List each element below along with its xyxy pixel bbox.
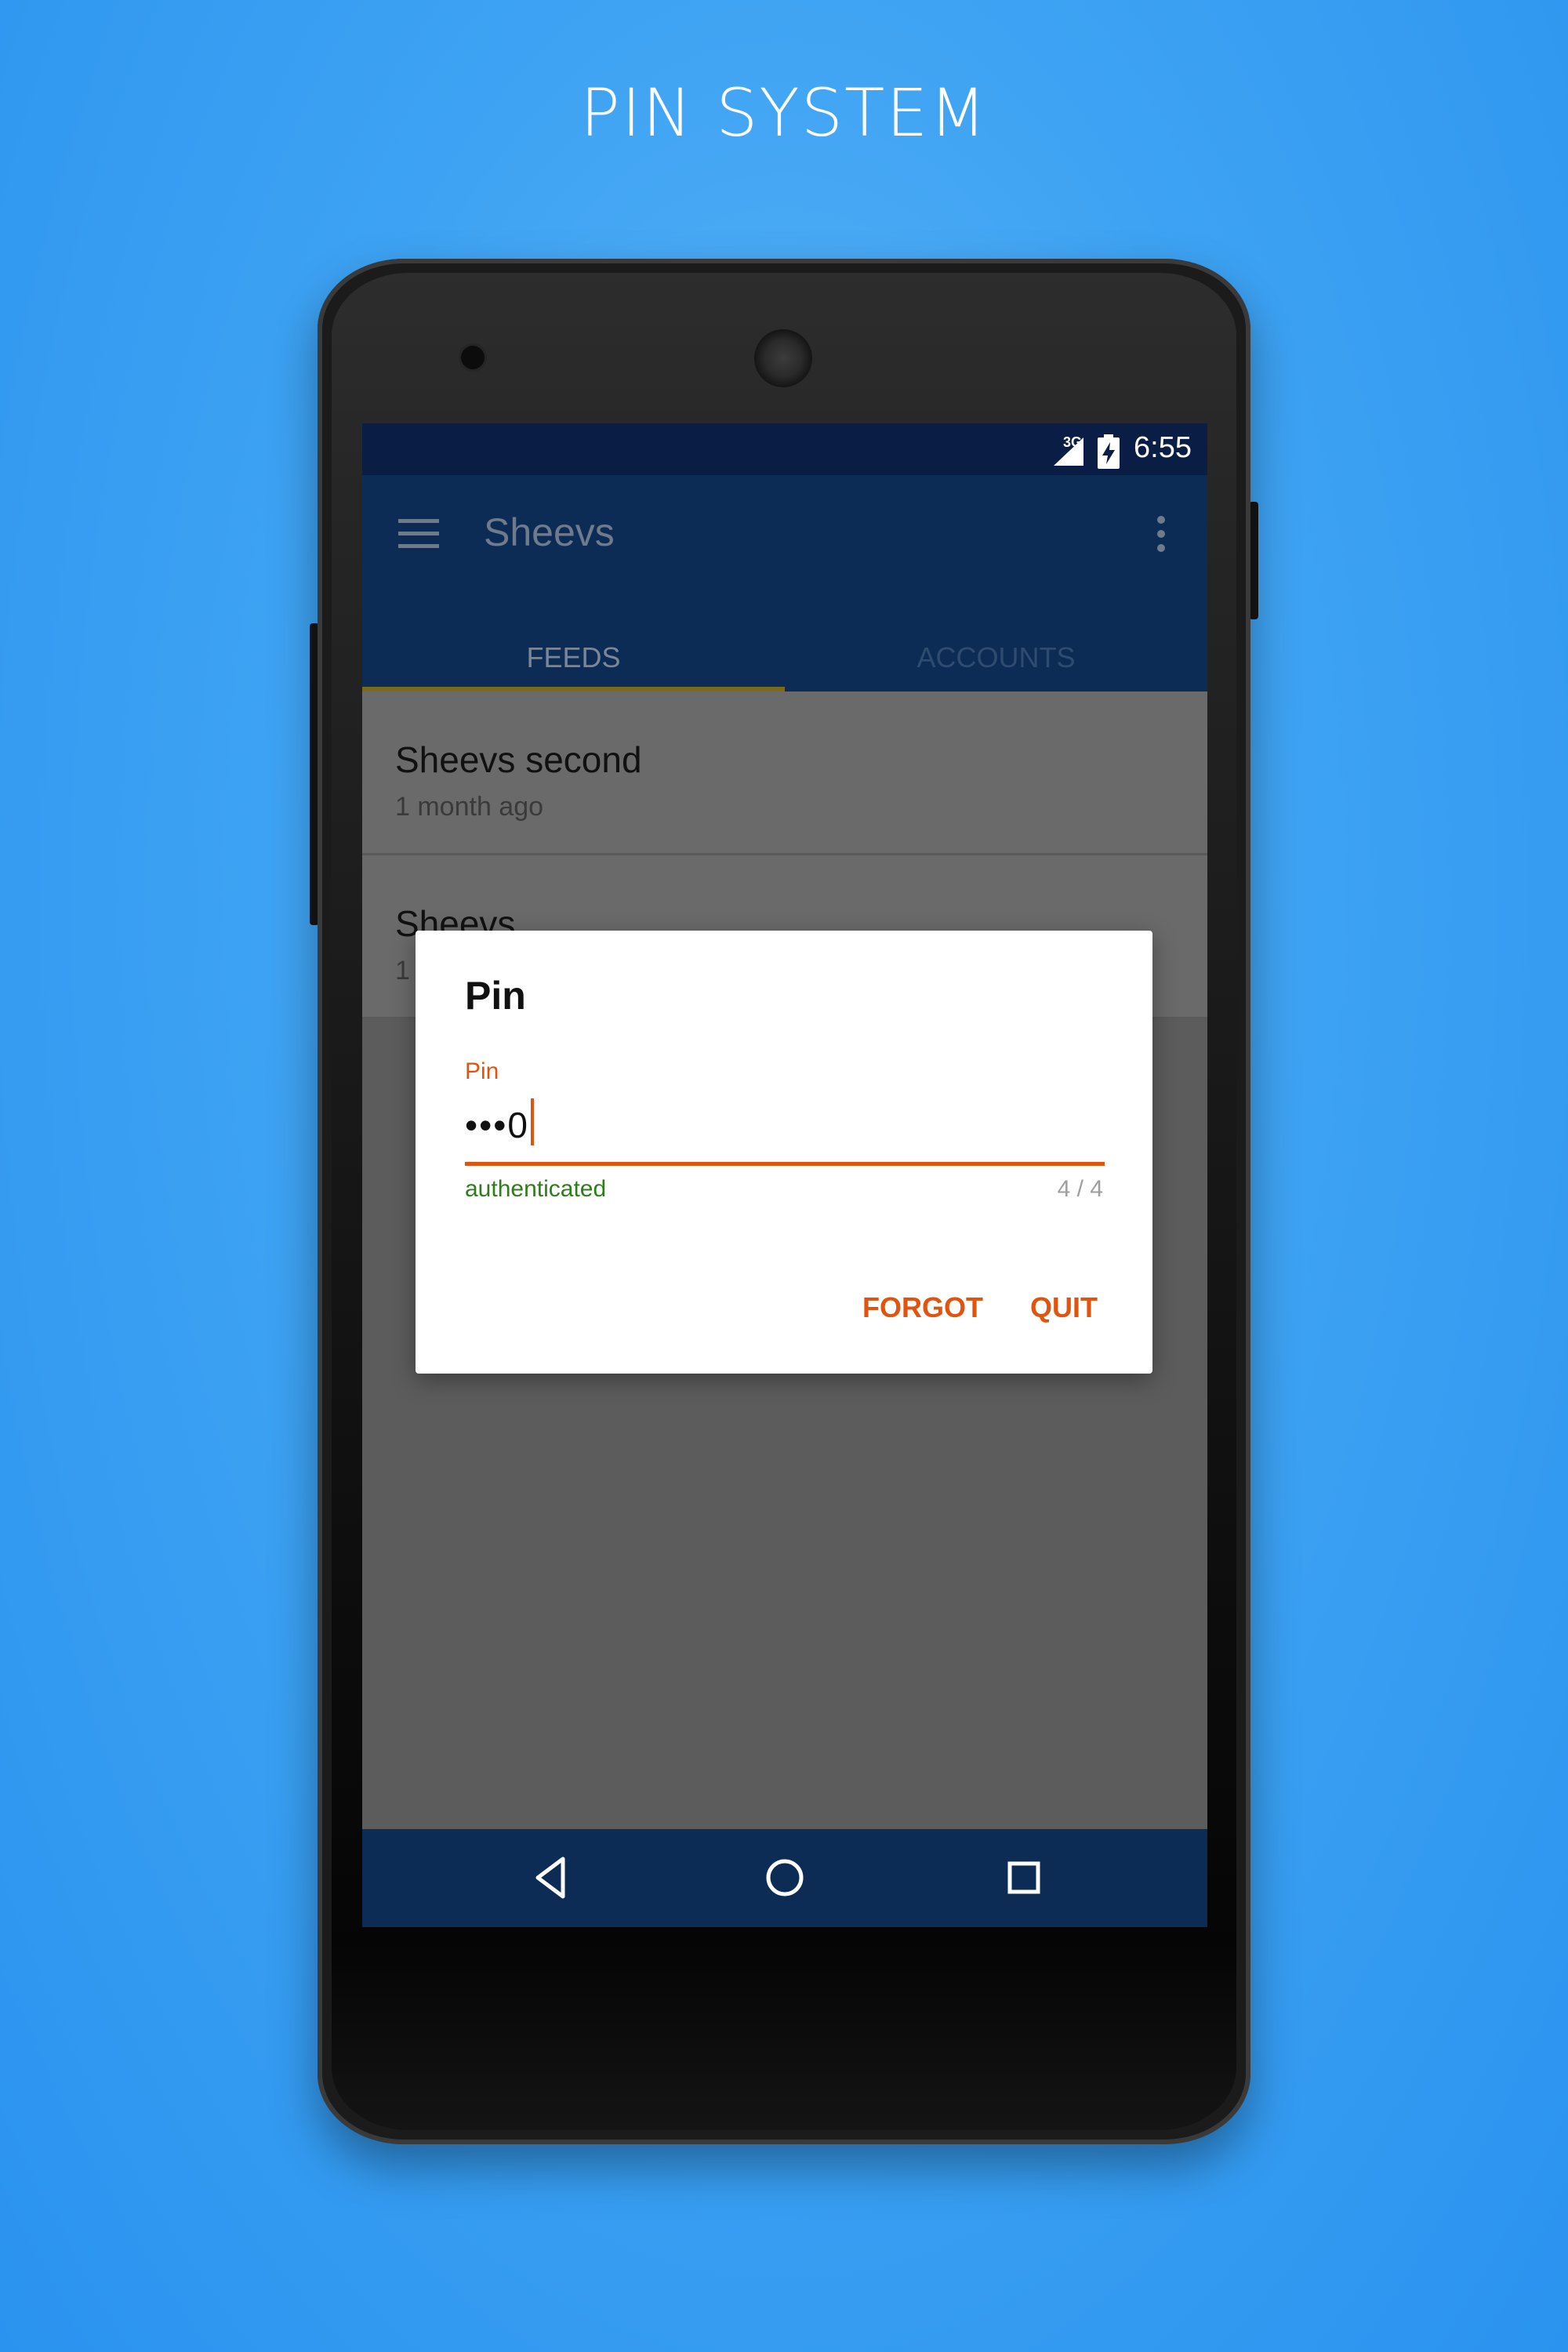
list-item-subtitle: 1 [395,956,410,985]
app-bar: Sheevs FEEDS ACCOUNTS [362,475,1207,691]
tab-accounts[interactable]: ACCOUNTS [785,624,1207,691]
list-item-subtitle: 1 month ago [395,792,544,822]
speaker-grille [754,329,812,387]
status-time: 6:55 [1134,431,1192,464]
list-item[interactable]: Sheevs second 1 month ago [362,691,1207,855]
app-title: Sheevs [484,510,615,554]
signal-icon [1054,437,1083,466]
overflow-menu-icon[interactable] [1157,516,1167,555]
dialog-title: Pin [465,974,526,1018]
hamburger-menu-icon[interactable] [398,519,439,550]
battery-charging-icon [1098,434,1120,469]
pin-input[interactable]: •••0 [465,1098,534,1146]
tab-feeds-label: FEEDS [526,641,621,673]
text-cursor [530,1098,534,1145]
list-item-title: Sheevs second [395,739,642,780]
status-bar: 3G 6:55 [362,423,1207,475]
pin-field-label: Pin [465,1058,499,1084]
pin-input-value: •••0 [465,1105,529,1145]
page-headline: PIN SYSTEM [580,74,988,151]
navigation-bar [362,1829,1207,1927]
recents-icon[interactable] [999,1853,1049,1903]
tab-accounts-label: ACCOUNTS [916,641,1076,673]
quit-button[interactable]: QUIT [1030,1291,1098,1324]
camera-icon [461,346,485,369]
back-icon[interactable] [527,1853,577,1903]
tab-feeds[interactable]: FEEDS [362,624,785,691]
home-icon[interactable] [760,1853,810,1903]
pin-dialog: Pin Pin •••0 authenticated 4 / 4 FORGOT … [416,931,1152,1374]
pin-character-counter: 4 / 4 [1057,1176,1103,1202]
pin-field-underline [465,1162,1105,1166]
forgot-button[interactable]: FORGOT [862,1291,983,1324]
pin-helper-text: authenticated [465,1176,607,1202]
